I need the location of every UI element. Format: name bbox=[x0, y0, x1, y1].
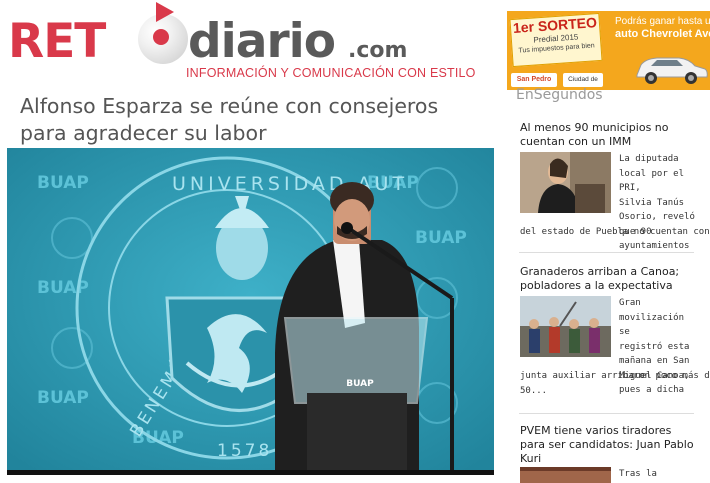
logo-tagline: INFORMACIÓN Y COMUNICACIÓN CON ESTILO bbox=[186, 66, 476, 80]
backdrop-word: BUAP bbox=[37, 388, 89, 408]
backdrop-word: BUAP bbox=[37, 173, 89, 193]
ad-logo-cholula: San Pedro Cholula bbox=[511, 73, 557, 87]
excerpt-line: mañana en San bbox=[619, 356, 690, 366]
logo-diario-text: diario bbox=[188, 14, 336, 69]
backdrop-word: BUAP bbox=[37, 278, 89, 298]
ad-line1: Podrás ganar hasta un bbox=[615, 16, 710, 27]
article-hero-image[interactable]: BUAP BUAP BUAP BUAP BUAP BUAP UNIVERSIDA… bbox=[7, 148, 494, 475]
news-thumbnail[interactable] bbox=[520, 467, 611, 483]
news-excerpt-continued: junta auxiliar arribaron poco más de 50.… bbox=[520, 369, 710, 398]
ad-logo-ciudad: Ciudad de Bien bbox=[563, 73, 603, 87]
logo-flag-icon bbox=[156, 2, 174, 22]
ad-line2: auto Chevrolet Aveo bbox=[615, 28, 710, 40]
news-item[interactable]: Al menos 90 municipios no cuentan con un… bbox=[520, 121, 710, 251]
news-title-line: cuentan con un IMM bbox=[520, 135, 632, 148]
excerpt-line: La diputada bbox=[619, 154, 679, 164]
news-item[interactable]: PVEM tiene varios tiradores para ser can… bbox=[520, 424, 695, 483]
news-excerpt-continued: del estado de Puebla no cuentan con... bbox=[520, 227, 710, 237]
news-title-line: para ser candidatos: Juan Pablo bbox=[520, 438, 694, 451]
excerpt-line: 50... bbox=[520, 385, 548, 396]
excerpt-line: registró esta bbox=[619, 341, 690, 352]
news-excerpt: Tras la alianza bbox=[619, 467, 699, 483]
car-icon bbox=[636, 57, 708, 84]
news-title[interactable]: PVEM tiene varios tiradores para ser can… bbox=[520, 424, 695, 466]
news-divider bbox=[519, 252, 694, 253]
news-thumbnail[interactable] bbox=[520, 296, 611, 357]
excerpt-line: junta auxiliar arribaron poco más de bbox=[520, 371, 710, 381]
logo-com-text: .com bbox=[348, 38, 408, 63]
excerpt-line: Gran bbox=[619, 298, 641, 308]
news-thumbnail[interactable] bbox=[520, 152, 611, 213]
news-divider bbox=[519, 413, 694, 414]
excerpt-line: Osorio, reveló bbox=[619, 212, 695, 222]
backdrop-word: BUAP bbox=[415, 228, 467, 248]
excerpt-line: local por el PRI, bbox=[619, 168, 685, 194]
news-title-line: Granaderos arriban a Canoa; bbox=[520, 265, 680, 278]
logo-ret-text: RET bbox=[8, 14, 106, 69]
news-title-line: pobladores a la expectativa bbox=[520, 279, 673, 292]
news-title-line: PVEM tiene varios tiradores bbox=[520, 424, 672, 437]
news-title[interactable]: Al menos 90 municipios no cuentan con un… bbox=[520, 121, 695, 149]
excerpt-line: Silvia Tanús bbox=[619, 197, 685, 208]
seal-year: 1578 bbox=[217, 441, 272, 461]
headline-line1: Alfonso Esparza se reúne con consejeros bbox=[20, 94, 439, 118]
news-title[interactable]: Granaderos arriban a Canoa; pobladores a… bbox=[520, 265, 695, 293]
ad-text: Podrás ganar hasta un auto Chevrolet Ave… bbox=[615, 15, 710, 41]
site-logo[interactable]: RET diario .com INFORMACIÓN Y COMUNICACI… bbox=[8, 2, 475, 88]
hero-photo: BUAP BUAP BUAP BUAP BUAP BUAP UNIVERSIDA… bbox=[7, 148, 494, 475]
seal-text: UNIVERSIDAD AUT bbox=[172, 173, 408, 195]
headline-line2: para agradecer su labor bbox=[20, 121, 267, 145]
excerpt-line: movilización se bbox=[619, 312, 685, 338]
sidebar-heading: EnSegundos bbox=[516, 87, 603, 103]
news-title-line: Kuri bbox=[520, 452, 542, 465]
excerpt-line: Tras la alianza bbox=[619, 469, 657, 479]
ad-banner[interactable]: 1er SORTEO Predial 2015 Tus impuestos pa… bbox=[507, 11, 710, 90]
podium-label: BUAP bbox=[346, 379, 374, 389]
news-title-line: Al menos 90 municipios no bbox=[520, 121, 669, 134]
ad-sorteo-badge: 1er SORTEO Predial 2015 Tus impuestos pa… bbox=[509, 12, 603, 68]
article-headline[interactable]: Alfonso Esparza se reúne con consejeros … bbox=[20, 93, 490, 147]
news-item[interactable]: Granaderos arriban a Canoa; pobladores a… bbox=[520, 265, 710, 400]
